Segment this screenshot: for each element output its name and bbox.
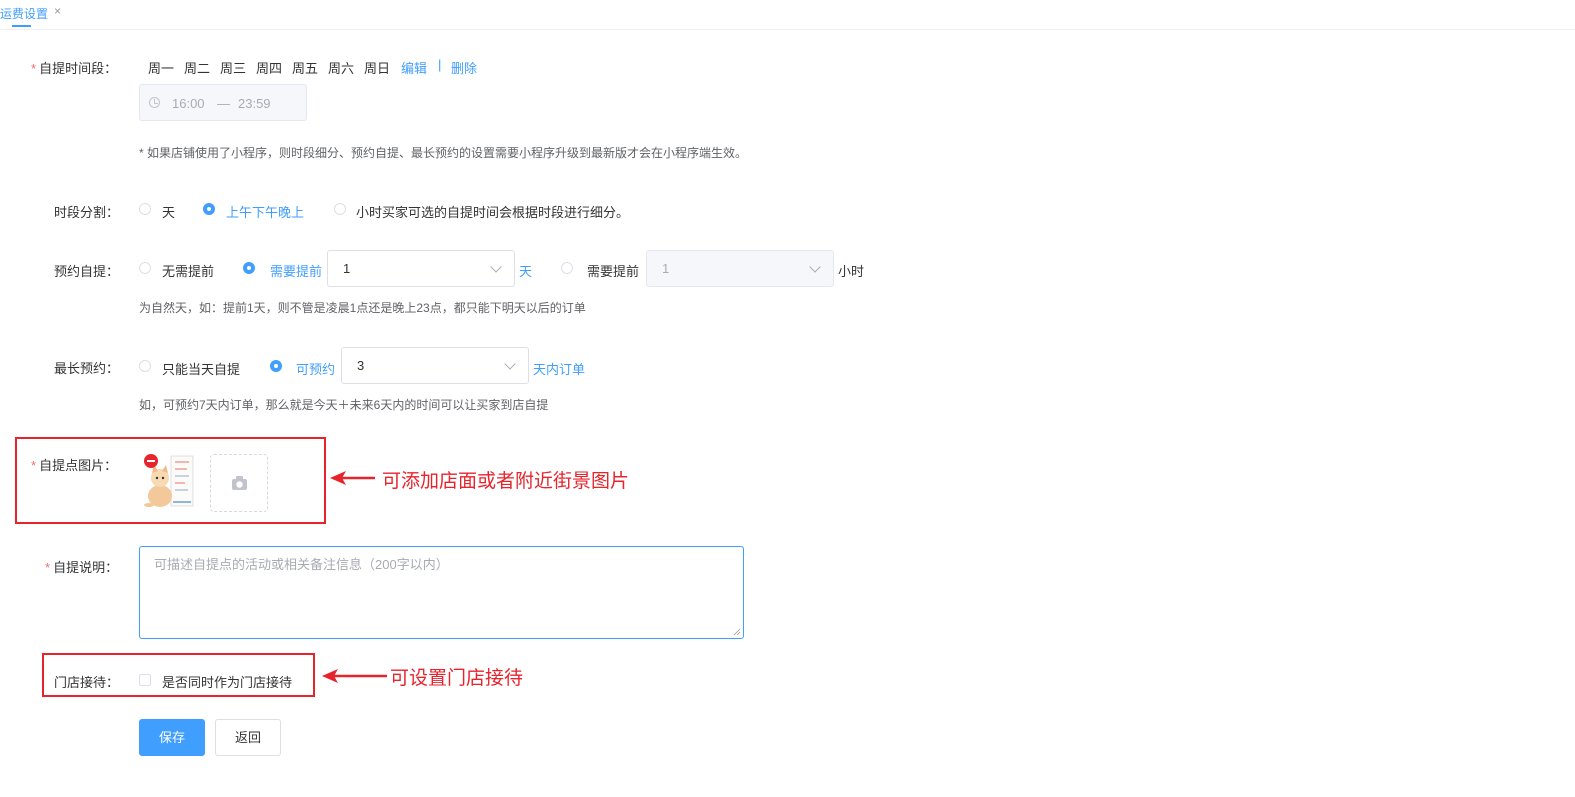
tab-close-icon[interactable]: × [54,4,61,18]
radio-split-hour-label[interactable]: 小时买家可选的自提时间会根据时段进行细分。 [356,202,629,221]
resize-handle-icon[interactable] [733,628,741,636]
edit-link[interactable]: 编辑 [401,58,427,77]
radio-max-days-label[interactable]: 可预约 [296,359,335,378]
radio-reserve-hours-label[interactable]: 需要提前 [587,261,639,280]
pickup-image-label-text: 自提点图片： [39,458,118,473]
radio-reserve-none[interactable] [139,262,151,274]
max-days-unit: 天内订单 [533,362,586,377]
radio-split-day[interactable] [139,203,151,215]
reserve-hours-select[interactable]: 1 [646,250,834,287]
back-button[interactable]: 返回 [215,719,281,756]
required-mark: * [31,458,37,473]
link-separator: | [438,57,442,72]
radio-max-today[interactable] [139,360,151,372]
time-end: 23:59 [238,96,271,111]
radio-split-hour[interactable] [334,203,346,215]
required-mark: * [31,61,37,76]
reserve-hours-value: 1 [662,261,670,276]
max-reserve-label: 最长预约： [54,361,120,376]
miniprogram-note: * 如果店铺使用了小程序，则时段细分、预约自提、最长预约的设置需要小程序升级到最… [139,146,748,160]
max-reserve-hint: 如，可预约7天内订单，那么就是今天＋未来6天内的时间可以让买家到店自提 [139,398,549,412]
day-wed: 周三 [220,61,247,76]
save-button[interactable]: 保存 [139,719,205,756]
day-sun: 周日 [364,61,391,76]
reception-checkbox[interactable] [139,674,151,686]
pickup-desc-label: * 自提说明： [45,557,118,576]
image-upload-button[interactable] [210,454,268,512]
pickup-time-label-text: 自提时间段： [39,61,118,76]
annotation-reception-text: 可设置门店接待 [390,668,524,689]
tab-shipping-settings[interactable]: 运费设置 [0,5,48,22]
day-sat: 周六 [328,61,355,76]
radio-max-today-label[interactable]: 只能当天自提 [162,359,240,378]
reception-checkbox-label[interactable]: 是否同时作为门店接待 [162,672,292,691]
radio-reserve-none-label[interactable]: 无需提前 [162,261,214,280]
chevron-down-icon [504,358,516,370]
reserve-days-select[interactable]: 1 [327,250,515,287]
max-days-value: 3 [357,358,365,373]
radio-reserve-hours[interactable] [561,262,573,274]
reserve-label: 预约自提： [54,264,120,279]
radio-reserve-days[interactable] [243,262,255,274]
radio-split-ampm-label[interactable]: 上午下午晚上 [226,202,304,221]
annotation-arrow-icon [322,669,387,683]
pickup-time-label: * 自提时间段： [31,58,117,77]
time-dash: — [217,96,230,111]
time-split-label: 时段分割： [54,205,120,220]
day-fri: 周五 [292,61,319,76]
pickup-desc-textarea[interactable]: 可描述自提点的活动或相关备注信息（200字以内） [139,546,744,639]
reserve-hours-unit: 小时 [838,264,865,279]
annotation-arrow-icon [330,471,375,485]
reception-label: 门店接待： [54,675,120,690]
time-start: 16:00 [172,96,205,111]
reserve-days-unit: 天 [519,264,533,279]
camera-icon [232,476,247,490]
radio-reserve-days-label[interactable]: 需要提前 [270,261,322,280]
tab-active-indicator [12,25,31,27]
cat-illustration-icon [144,454,194,507]
required-mark: * [45,560,51,575]
uploaded-image-thumbnail[interactable] [143,452,197,510]
clock-icon [149,97,160,108]
delete-link[interactable]: 删除 [451,58,477,77]
time-range-picker[interactable]: 16:00 — 23:59 [139,84,307,121]
day-mon: 周一 [148,61,175,76]
pickup-desc-placeholder: 可描述自提点的活动或相关备注信息（200字以内） [154,557,449,572]
radio-split-day-label[interactable]: 天 [162,202,175,221]
radio-max-days[interactable] [270,360,282,372]
pickup-image-label: * 自提点图片： [31,455,117,474]
radio-split-ampm[interactable] [203,203,215,215]
pickup-desc-label-text: 自提说明： [53,560,119,575]
day-thu: 周四 [256,61,283,76]
day-tue: 周二 [184,61,211,76]
chevron-down-icon [809,261,821,273]
tab-bar [0,0,1575,30]
max-days-select[interactable]: 3 [341,347,529,384]
reserve-hint: 为自然天，如：提前1天，则不管是凌晨1点还是晚上23点，都只能下明天以后的订单 [139,301,586,315]
annotation-image-text: 可添加店面或者附近街景图片 [382,471,630,492]
chevron-down-icon [490,261,502,273]
reserve-days-value: 1 [343,261,351,276]
